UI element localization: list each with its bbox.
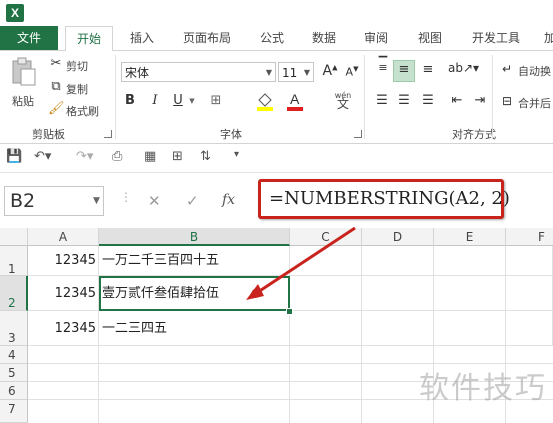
watermark-text: 软件技巧 xyxy=(419,371,547,406)
annotation-arrow xyxy=(246,226,356,300)
